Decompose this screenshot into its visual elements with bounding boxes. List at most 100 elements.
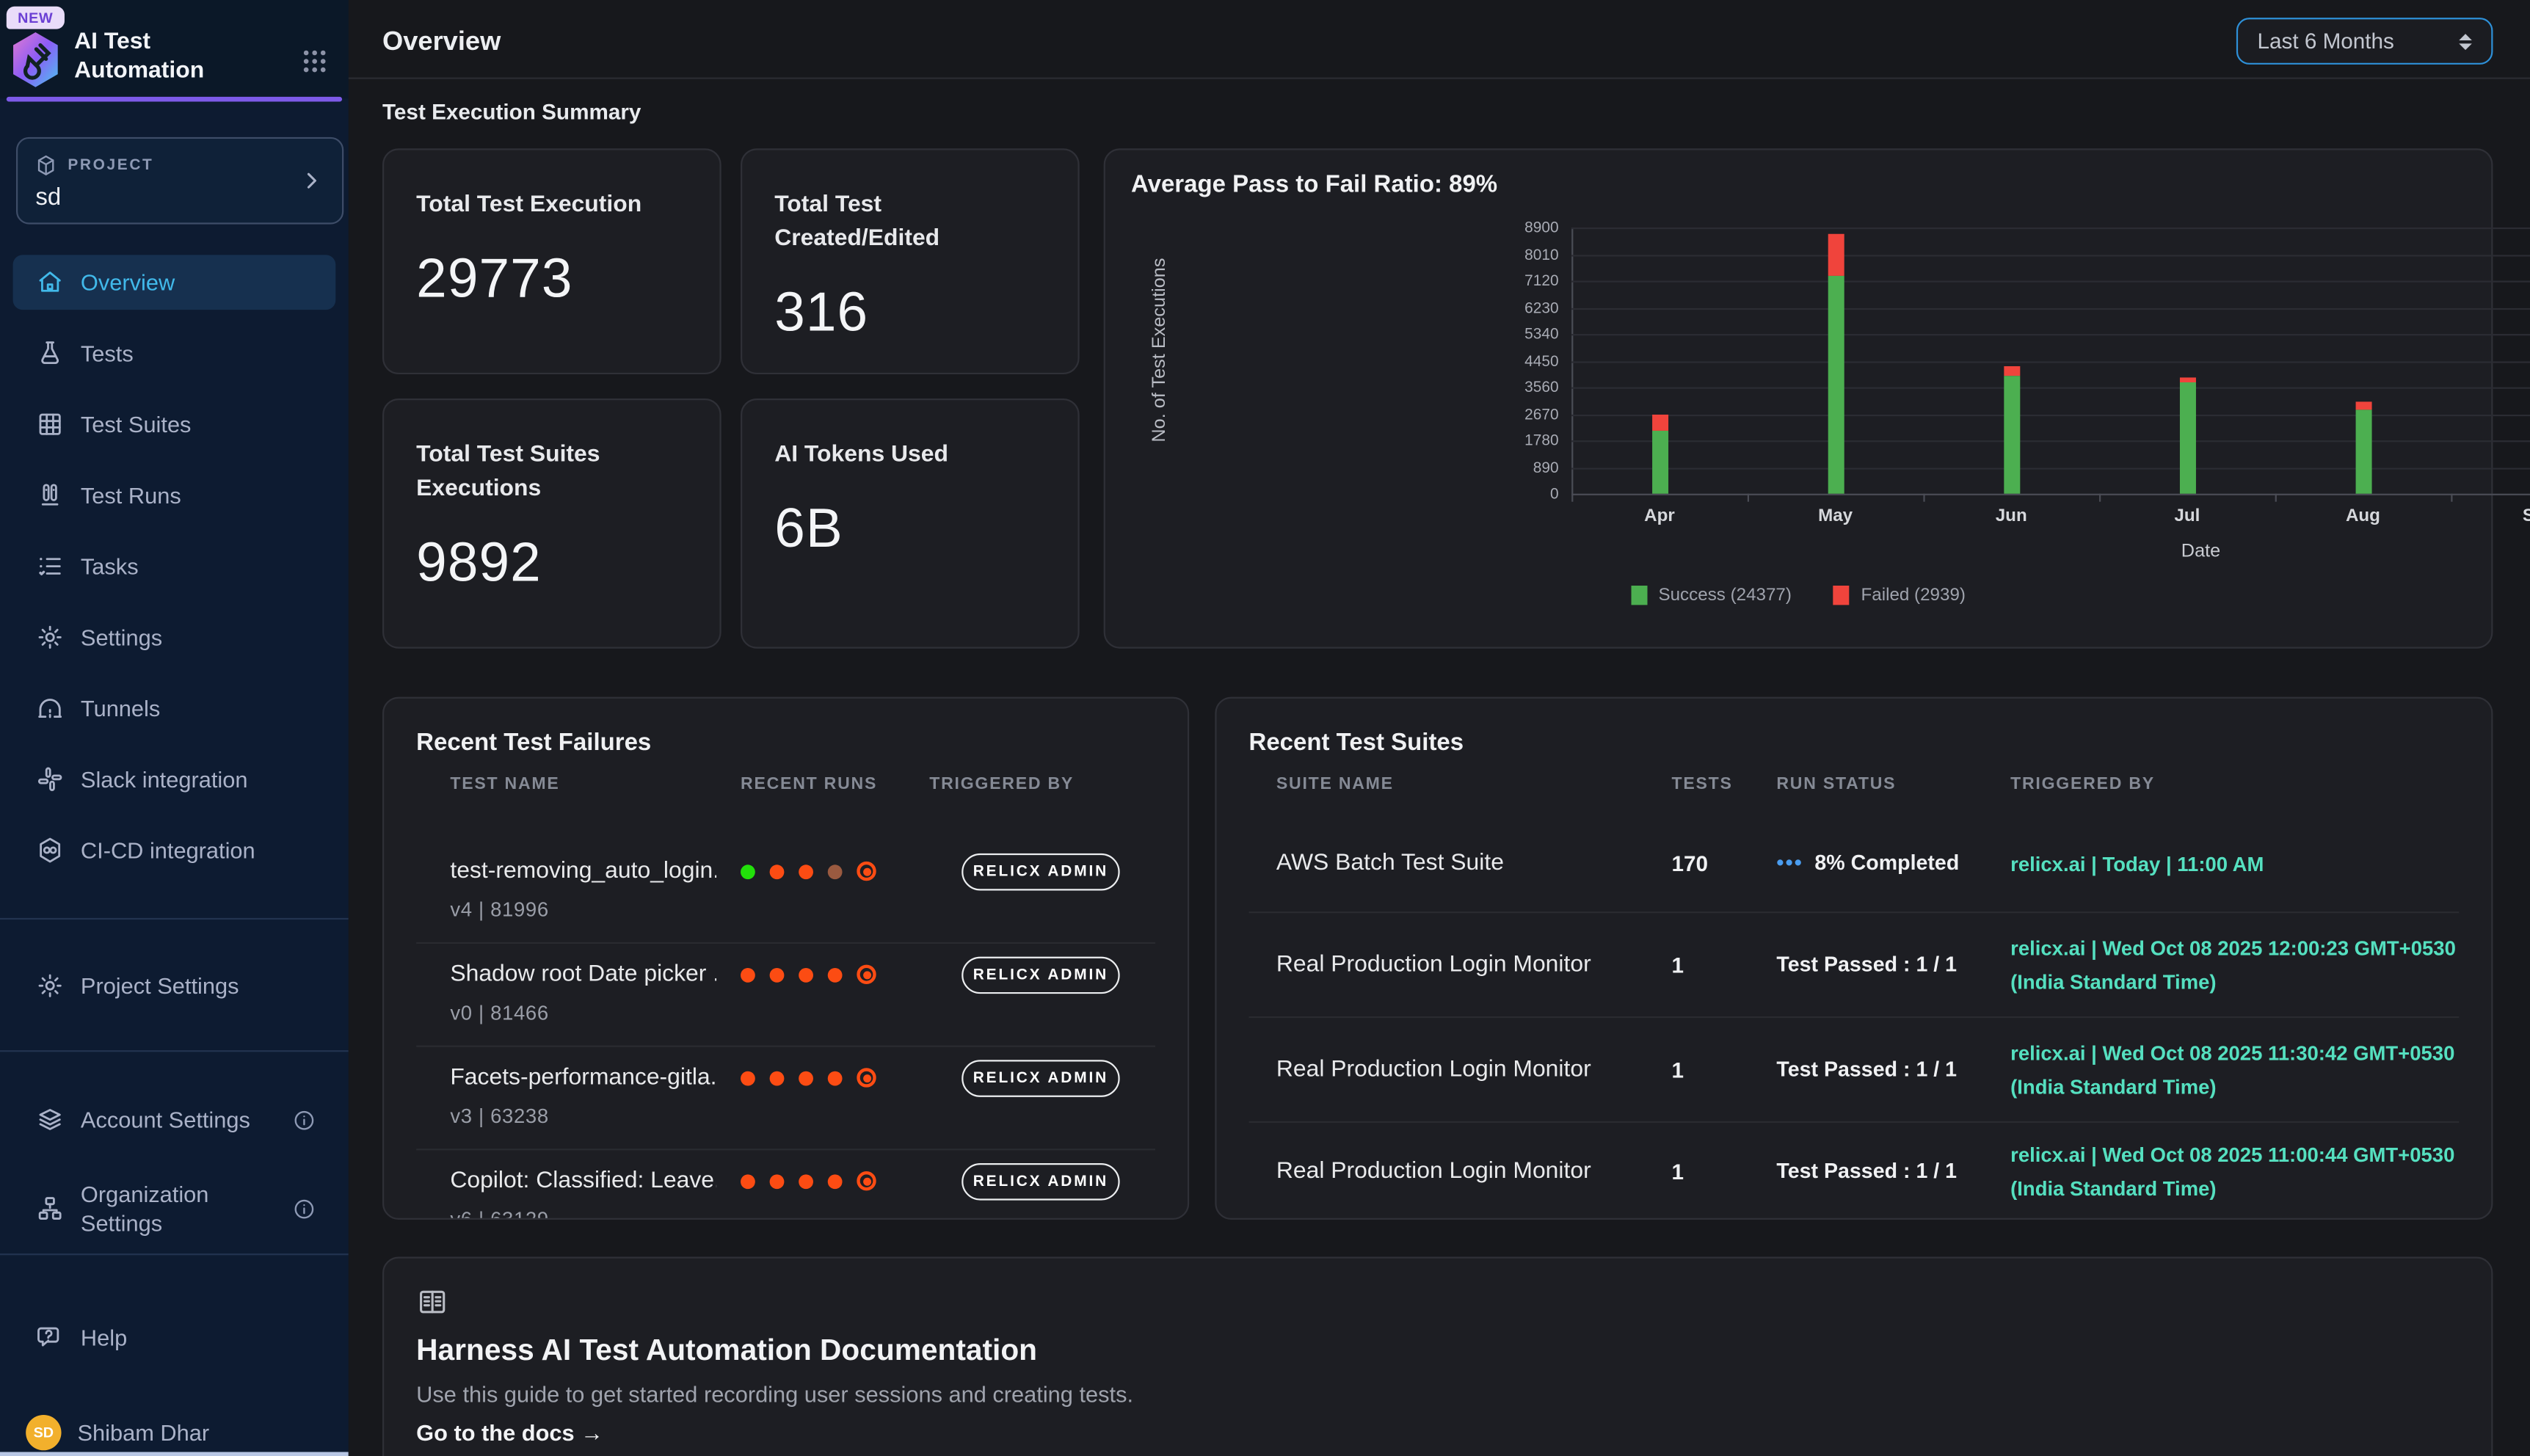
header-accent-divider bbox=[7, 97, 342, 101]
column-header: RECENT RUNS bbox=[741, 774, 877, 793]
sidebar-item-label: Tasks bbox=[81, 553, 139, 579]
sidebar-item-tests[interactable]: Tests bbox=[13, 326, 336, 381]
sidebar-item-settings[interactable]: Settings bbox=[13, 610, 336, 665]
suite-triggered-by[interactable]: relicx.ai | Wed Oct 08 2025 11:00:44 GMT… bbox=[2010, 1138, 2482, 1206]
column-header: RUN STATUS bbox=[1776, 774, 1896, 793]
test-name: Shadow root Date picker ... bbox=[450, 961, 716, 987]
run-dot-fail bbox=[770, 864, 785, 878]
triggered-by-button[interactable]: RELICX ADMIN bbox=[962, 1060, 1119, 1097]
grid-icon bbox=[35, 410, 65, 439]
bottom-scrollbar[interactable] bbox=[0, 1452, 349, 1456]
y-tick-label: 4450 bbox=[1494, 352, 1559, 370]
stat-card-total-test-created: Total Test Created/Edited 316 bbox=[741, 148, 1080, 374]
triggered-by-button[interactable]: RELICX ADMIN bbox=[962, 1163, 1119, 1201]
sidebar-item-overview[interactable]: Overview bbox=[13, 255, 336, 310]
runs-icon bbox=[35, 481, 65, 510]
sidebar-item-label: Slack integration bbox=[81, 766, 248, 792]
user-menu[interactable]: SD Shibam Dhar bbox=[13, 1415, 210, 1450]
app-root: NEW AI TestAutomation bbox=[0, 0, 2530, 1456]
suite-row[interactable]: Real Production Login Monitor1Test Passe… bbox=[1249, 1018, 2460, 1123]
failure-row[interactable]: Shadow root Date picker ...v0 | 81466REL… bbox=[416, 944, 1155, 1047]
x-tick-label: Jul bbox=[2139, 506, 2236, 525]
legend-label: Success (24377) bbox=[1658, 586, 1791, 605]
suite-tests-count: 1 bbox=[1671, 953, 1684, 977]
info-icon[interactable] bbox=[292, 1107, 316, 1132]
gridline bbox=[1571, 467, 2530, 468]
sidebar-item-test-runs[interactable]: Test Runs bbox=[13, 468, 336, 523]
test-name: test-removing_auto_login... bbox=[450, 859, 716, 884]
recent-runs bbox=[741, 862, 876, 881]
sidebar-item-label: Settings bbox=[81, 625, 162, 650]
x-tick-mark bbox=[2099, 494, 2101, 502]
legend-item-success[interactable]: Success (24377) bbox=[1631, 586, 1792, 605]
sidebar-item-project-settings[interactable]: Project Settings bbox=[13, 958, 336, 1013]
info-icon[interactable] bbox=[292, 1196, 316, 1220]
bar-apr bbox=[1651, 415, 1668, 494]
sidebar-item-tunnels[interactable]: Tunnels bbox=[13, 681, 336, 736]
gridline bbox=[1571, 334, 2530, 335]
sidebar-item-label: Project Settings bbox=[81, 971, 239, 1000]
stat-value: 316 bbox=[774, 283, 1045, 346]
status-text: 8% Completed bbox=[1814, 849, 1959, 873]
run-dot-pass bbox=[741, 864, 755, 878]
suite-row[interactable]: AWS Batch Test Suite170•••8% Completedre… bbox=[1249, 815, 2460, 913]
sidebar-item-ci-cd-integration[interactable]: CI-CD integration bbox=[13, 823, 336, 878]
triggered-by-button[interactable]: RELICX ADMIN bbox=[962, 957, 1119, 994]
docs-subtitle: Use this guide to get started recording … bbox=[416, 1381, 1133, 1407]
stat-label: Total Test Execution bbox=[416, 189, 687, 222]
bar-jun bbox=[2003, 367, 2019, 494]
y-tick-label: 7120 bbox=[1494, 273, 1559, 291]
date-range-select[interactable]: Last 6 Months bbox=[2236, 18, 2493, 65]
app-switcher-icon[interactable] bbox=[300, 47, 330, 76]
sidebar-item-organization-settings[interactable]: Organization Settings bbox=[13, 1173, 336, 1244]
suite-row[interactable]: Real Production Login Monitor1Test Passe… bbox=[1249, 1123, 2460, 1220]
sidebar-item-account-settings[interactable]: Account Settings bbox=[13, 1092, 336, 1147]
progress-dots-icon: ••• bbox=[1776, 849, 1803, 873]
recent-runs bbox=[741, 965, 876, 984]
sidebar-item-help[interactable]: Help bbox=[13, 1310, 336, 1365]
x-tick-mark bbox=[2451, 494, 2452, 502]
run-dot-fail bbox=[799, 1173, 813, 1188]
failure-row[interactable]: Copilot: Classified: Leave...v6 | 63129R… bbox=[416, 1150, 1155, 1220]
success-segment bbox=[2355, 410, 2371, 494]
sidebar-nav: Overview Tests Test Suites Test Runs Tasks Se… bbox=[13, 255, 336, 894]
page-title: Overview bbox=[382, 27, 501, 58]
suite-triggered-by[interactable]: relicx.ai | Wed Oct 08 2025 12:00:23 GMT… bbox=[2010, 932, 2482, 1000]
failure-row[interactable]: Facets-performance-gitla...v3 | 63238REL… bbox=[416, 1047, 1155, 1151]
suite-triggered-by[interactable]: relicx.ai | Today | 11:00 AM bbox=[2010, 848, 2482, 881]
y-tick-label: 0 bbox=[1494, 486, 1559, 503]
failed-segment bbox=[1828, 233, 1844, 275]
x-tick-mark bbox=[1748, 494, 1749, 502]
run-dot-fail bbox=[741, 1173, 755, 1188]
suite-row[interactable]: Real Production Login Monitor1Test Passe… bbox=[1249, 913, 2460, 1018]
new-badge: NEW bbox=[7, 7, 65, 29]
failure-row[interactable]: test-removing_auto_login...v4 | 81996REL… bbox=[416, 840, 1155, 944]
page-header: Overview Last 6 Months bbox=[349, 0, 2530, 79]
recent-test-suites-panel: Recent Test Suites SUITE NAME TESTS RUN … bbox=[1215, 697, 2493, 1220]
triggered-by-button[interactable]: RELICX ADMIN bbox=[962, 853, 1119, 891]
sidebar-item-slack-integration[interactable]: Slack integration bbox=[13, 751, 336, 807]
project-name: sd bbox=[35, 184, 61, 211]
gridline bbox=[1571, 414, 2530, 415]
go-to-docs-link[interactable]: Go to the docs → bbox=[416, 1420, 603, 1446]
run-dot-fail bbox=[741, 1071, 755, 1085]
stat-label: Total Test Created/Edited bbox=[774, 189, 1045, 256]
sidebar-item-label: Tunnels bbox=[81, 695, 160, 721]
suite-tests-count: 1 bbox=[1671, 1160, 1684, 1184]
stat-value: 6B bbox=[774, 498, 1045, 561]
success-segment bbox=[2003, 376, 2019, 494]
column-header: SUITE NAME bbox=[1276, 774, 1394, 793]
gridline bbox=[1571, 387, 2530, 389]
legend-item-failed[interactable]: Failed (2939) bbox=[1833, 586, 1966, 605]
stat-card-total-suite-executions: Total Test Suites Executions 9892 bbox=[382, 398, 721, 649]
bar-may bbox=[1828, 233, 1844, 494]
run-dot-muted bbox=[828, 864, 843, 878]
section-title: Test Execution Summary bbox=[382, 100, 641, 124]
sidebar-item-test-suites[interactable]: Test Suites bbox=[13, 397, 336, 452]
sidebar-item-tasks[interactable]: Tasks bbox=[13, 539, 336, 594]
recent-runs bbox=[741, 1068, 876, 1087]
x-tick-mark bbox=[1571, 494, 1573, 502]
project-selector[interactable]: PROJECT sd bbox=[16, 137, 343, 225]
suite-triggered-by[interactable]: relicx.ai | Wed Oct 08 2025 11:30:42 GMT… bbox=[2010, 1036, 2482, 1104]
run-dot-latest-failed bbox=[857, 965, 876, 984]
